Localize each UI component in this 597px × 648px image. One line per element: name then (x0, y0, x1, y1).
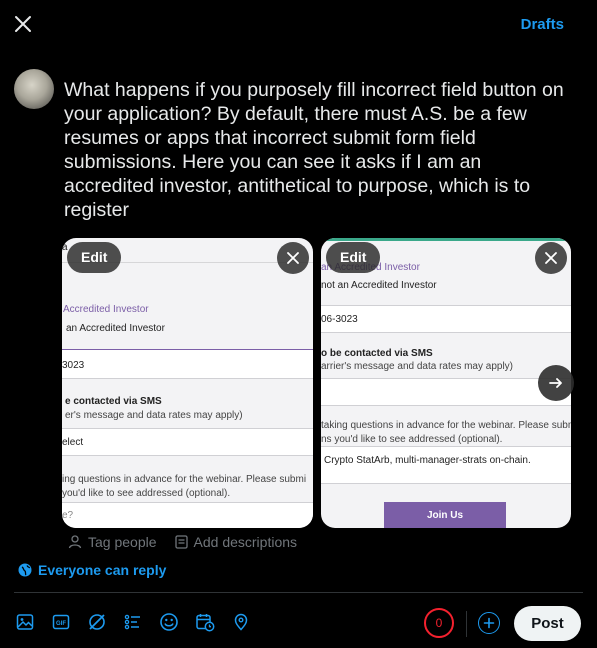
close-icon (545, 252, 557, 264)
edit-media-button[interactable]: Edit (67, 242, 122, 273)
close-icon (287, 252, 299, 264)
remove-media-button[interactable] (277, 242, 309, 274)
image-icon (16, 614, 34, 630)
form-label: ns you'd like to see addressed (optional… (321, 434, 503, 445)
emoji-icon (160, 613, 178, 631)
form-value: e? (62, 510, 74, 521)
form-value: an Accredited Investor (66, 323, 165, 334)
gif-button[interactable]: GIF (50, 611, 72, 633)
form-screenshot-2: an Accredited Investor not an Accredited… (321, 238, 571, 528)
form-value: 3023 (62, 360, 85, 371)
edit-media-button[interactable]: Edit (326, 242, 381, 273)
add-post-button[interactable] (478, 612, 500, 634)
composer-header: Drafts (0, 0, 597, 50)
divider (14, 592, 583, 593)
form-label: ing questions in advance for the webinar… (62, 474, 307, 485)
media-button[interactable] (14, 611, 36, 633)
avatar (14, 69, 54, 109)
form-note: er's message and data rates may apply) (65, 410, 243, 421)
join-us-button: Join Us (384, 502, 506, 528)
add-descriptions-label: Add descriptions (193, 534, 298, 550)
composer-toolbar: GIF (14, 611, 252, 633)
add-descriptions-button[interactable]: Add descriptions (174, 534, 298, 550)
media-meta: Tag people Add descriptions (68, 534, 297, 550)
grok-button[interactable] (86, 611, 108, 633)
form-label: e contacted via SMS (65, 396, 162, 407)
drafts-link[interactable]: Drafts (521, 16, 564, 33)
location-pin-icon (234, 613, 248, 631)
form-label: o be contacted via SMS (321, 348, 433, 359)
form-label: you'd like to see addressed (optional). (62, 488, 231, 499)
form-value: Crypto StatArb, multi-manager-strats on-… (324, 455, 531, 466)
plus-icon (483, 617, 495, 629)
tag-people-label: Tag people (88, 534, 157, 550)
poll-button[interactable] (122, 611, 144, 633)
person-icon (68, 535, 82, 549)
close-icon (15, 16, 31, 32)
schedule-button[interactable] (194, 611, 216, 633)
globe-icon (18, 563, 32, 577)
reply-setting-button[interactable]: Everyone can reply (18, 562, 166, 578)
reply-setting-label: Everyone can reply (38, 562, 167, 578)
form-value: 06-3023 (321, 314, 358, 325)
poll-icon (124, 614, 140, 630)
svg-text:GIF: GIF (56, 621, 66, 627)
form-label: taking questions in advance for the webi… (321, 420, 571, 431)
char-counter: 0 (424, 608, 454, 638)
form-fragment: a (62, 242, 68, 253)
gif-icon: GIF (52, 614, 70, 630)
media-attachment-1[interactable]: a Accredited Investor an Accredited Inve… (62, 238, 313, 528)
toolbar-separator (466, 611, 467, 637)
arrow-right-icon (549, 378, 562, 388)
form-screenshot-1: a Accredited Investor an Accredited Inve… (62, 238, 313, 528)
remove-media-button[interactable] (535, 242, 567, 274)
post-button[interactable]: Post (514, 606, 581, 641)
grok-icon (89, 614, 105, 630)
media-attachment-2[interactable]: an Accredited Investor not an Accredited… (321, 238, 571, 528)
tweet-text-input[interactable]: What happens if you purposely fill incor… (64, 78, 576, 222)
next-media-button[interactable] (538, 365, 574, 401)
close-button[interactable] (10, 11, 36, 37)
form-label: Accredited Investor (63, 304, 149, 315)
form-value: not an Accredited Investor (321, 280, 437, 291)
tag-people-button[interactable]: Tag people (68, 534, 157, 550)
location-button[interactable] (230, 611, 252, 633)
form-value: elect (62, 437, 84, 448)
emoji-button[interactable] (158, 611, 180, 633)
form-note: arrier's message and data rates may appl… (321, 361, 513, 372)
document-icon (174, 535, 188, 549)
schedule-icon (196, 614, 215, 632)
